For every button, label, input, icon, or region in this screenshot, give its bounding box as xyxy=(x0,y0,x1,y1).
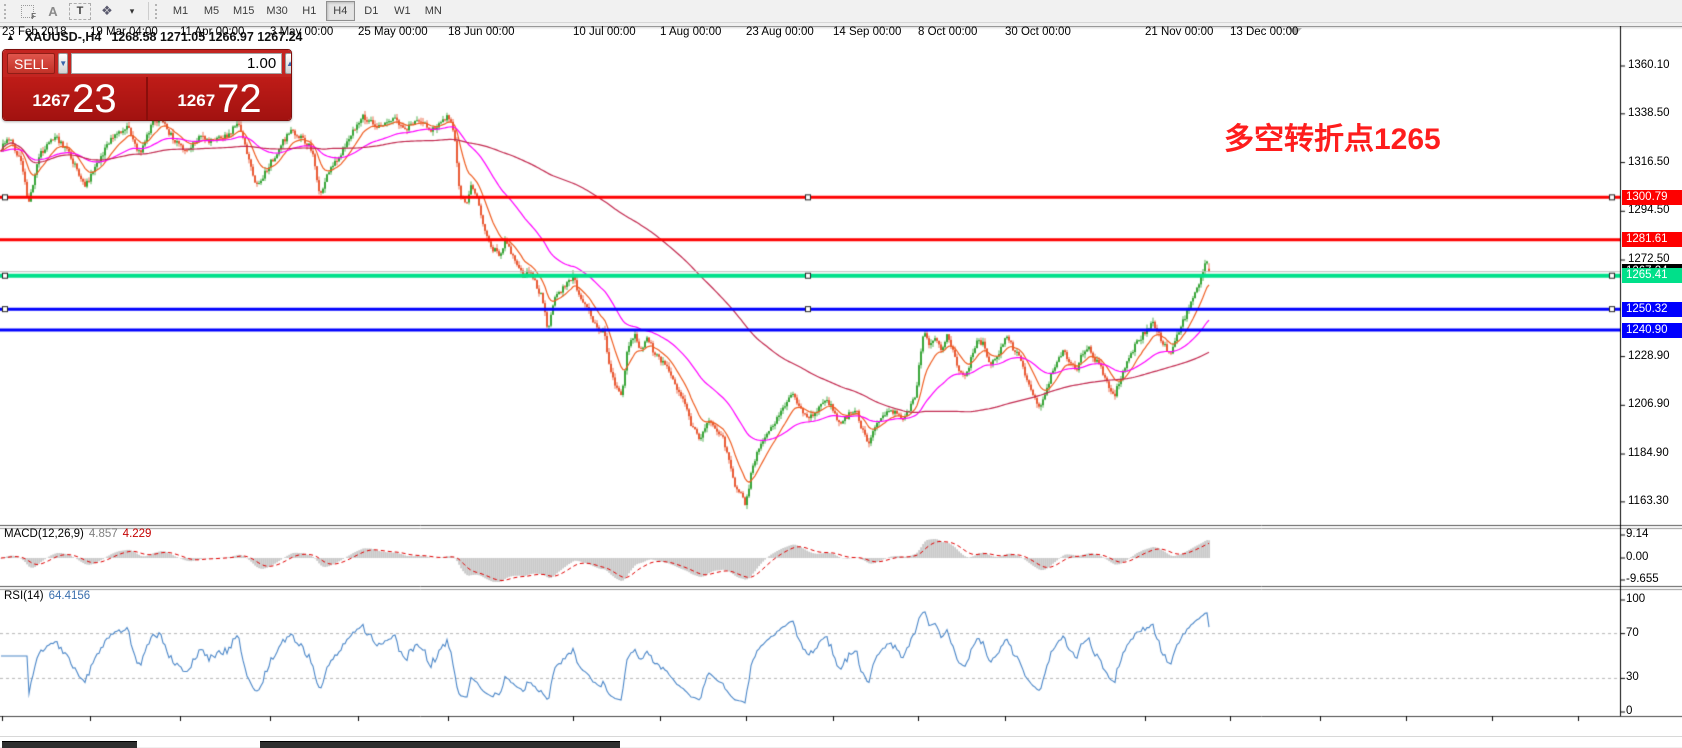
price-tick-1206.90: 1206.90 xyxy=(1628,398,1670,410)
time-label-13-Dec-00-00: 13 Dec 00:00 xyxy=(1230,26,1298,38)
rsi-indicator-label: RSI(14) 64.4156 xyxy=(4,590,90,602)
rsi-tick-100: 100 xyxy=(1626,593,1645,605)
volume-decrease-button[interactable]: ▼ xyxy=(58,53,68,74)
rsi-tick-30: 30 xyxy=(1626,671,1639,683)
chevron-down-icon[interactable]: ▾ xyxy=(122,2,142,21)
timeframe-h1-button[interactable]: H1 xyxy=(295,1,324,21)
volume-input[interactable] xyxy=(71,53,282,74)
sell-price-display[interactable]: 1267 23 xyxy=(3,77,146,120)
crosshair-grid-icon[interactable]: F xyxy=(17,2,37,21)
rsi-tick-0: 0 xyxy=(1626,705,1632,717)
level-price-tag-1240.90: 1240.90 xyxy=(1622,323,1682,338)
timeframe-w1-button[interactable]: W1 xyxy=(388,1,417,21)
trade-panel-prices: 1267 23 1267 72 xyxy=(3,77,291,120)
time-label-23-Aug-00-00: 23 Aug 00:00 xyxy=(746,26,814,38)
level-price-tag-1265.41: 1265.41 xyxy=(1622,268,1682,283)
price-tick-1163.30: 1163.30 xyxy=(1628,495,1669,507)
level-price-tag-1300.79: 1300.79 xyxy=(1622,190,1682,205)
bottom-divider xyxy=(0,736,1682,737)
time-label-11-Apr-00-00: 11 Apr 00:00 xyxy=(180,26,244,38)
price-tick-1228.90: 1228.90 xyxy=(1628,350,1670,362)
time-label-1-Aug-00-00: 1 Aug 00:00 xyxy=(660,26,721,38)
price-tick-1338.50: 1338.50 xyxy=(1628,107,1670,119)
timeframe-m15-button[interactable]: M15 xyxy=(228,1,259,21)
sell-price-big: 23 xyxy=(72,80,117,118)
macd-tick-0.00: 0.00 xyxy=(1626,551,1648,563)
macd-signal-value: 4.229 xyxy=(123,528,152,540)
price-tick-1294.50: 1294.50 xyxy=(1628,204,1670,216)
macd-tick-9.14: 9.14 xyxy=(1626,528,1648,540)
chart-window: ▲ XAUUSD-,H4 1268.58 1271.05 1266.97 126… xyxy=(0,26,1682,747)
chart-annotation-text: 多空转折点1265 xyxy=(1224,114,1441,158)
toolbar-grip[interactable] xyxy=(4,4,10,19)
price-tick-1316.50: 1316.50 xyxy=(1628,156,1670,168)
macd-name: MACD(12,26,9) xyxy=(4,528,84,540)
time-label-25-May-00-00: 25 May 00:00 xyxy=(358,26,428,38)
price-tick-1184.90: 1184.90 xyxy=(1628,447,1669,459)
buy-price-display[interactable]: 1267 72 xyxy=(148,77,291,120)
volume-increase-button[interactable]: ▲ xyxy=(285,53,292,74)
timeframe-h4-button[interactable]: H4 xyxy=(326,1,355,21)
timeframe-d1-button[interactable]: D1 xyxy=(357,1,386,21)
timeframe-m5-button[interactable]: M5 xyxy=(197,1,226,21)
time-label-21-Nov-00-00: 21 Nov 00:00 xyxy=(1145,26,1213,38)
time-label-30-Oct-00-00: 30 Oct 00:00 xyxy=(1005,26,1071,38)
toolbar-grip-2[interactable] xyxy=(155,4,161,19)
time-label-18-Jun-00-00: 18 Jun 00:00 xyxy=(448,26,515,38)
macd-tick--9.655: -9.655 xyxy=(1626,573,1659,585)
rsi-tick-70: 70 xyxy=(1626,627,1639,639)
toolbar: F A T ❖ ▾ M1M5M15M30H1H4D1W1MN xyxy=(0,0,1682,23)
time-label-8-Oct-00-00: 8 Oct 00:00 xyxy=(918,26,977,38)
time-label-23-Feb-2018: 23 Feb 2018 xyxy=(2,26,67,38)
text-label-icon[interactable]: T xyxy=(69,3,91,20)
rsi-value: 64.4156 xyxy=(49,590,91,602)
timeframe-button-group: M1M5M15M30H1H4D1W1MN xyxy=(165,1,449,21)
macd-indicator-label: MACD(12,26,9) 4.857 4.229 xyxy=(4,528,151,540)
time-label-19-Mar-04-00: 19 Mar 04:00 xyxy=(90,26,158,38)
trade-panel-controls: SELL ▼ ▲ BUY xyxy=(3,50,291,77)
macd-main-value: 4.857 xyxy=(89,528,118,540)
timeframe-m1-button[interactable]: M1 xyxy=(166,1,195,21)
level-price-tag-1250.32: 1250.32 xyxy=(1622,302,1682,317)
toolbar-separator xyxy=(148,2,149,20)
buy-price-small: 1267 xyxy=(177,91,215,111)
level-price-tag-1281.61: 1281.61 xyxy=(1622,232,1682,247)
text-a-icon[interactable]: A xyxy=(43,2,63,21)
time-label-3-May-00-00: 3 May 00:00 xyxy=(270,26,333,38)
styles-diamond-icon[interactable]: ❖ xyxy=(97,2,117,21)
grid-f-label: F xyxy=(31,12,36,21)
sell-price-small: 1267 xyxy=(32,91,70,111)
buy-price-big: 72 xyxy=(217,80,262,118)
time-label-14-Sep-00-00: 14 Sep 00:00 xyxy=(833,26,901,38)
timeframe-mn-button[interactable]: MN xyxy=(419,1,448,21)
sell-button[interactable]: SELL xyxy=(7,53,55,74)
one-click-trading-panel: SELL ▼ ▲ BUY 1267 23 1267 72 xyxy=(2,49,292,121)
rsi-name: RSI(14) xyxy=(4,590,44,602)
time-label-10-Jul-00-00: 10 Jul 00:00 xyxy=(573,26,636,38)
price-tick-1360.10: 1360.10 xyxy=(1628,59,1670,71)
timeframe-m30-button[interactable]: M30 xyxy=(261,1,292,21)
